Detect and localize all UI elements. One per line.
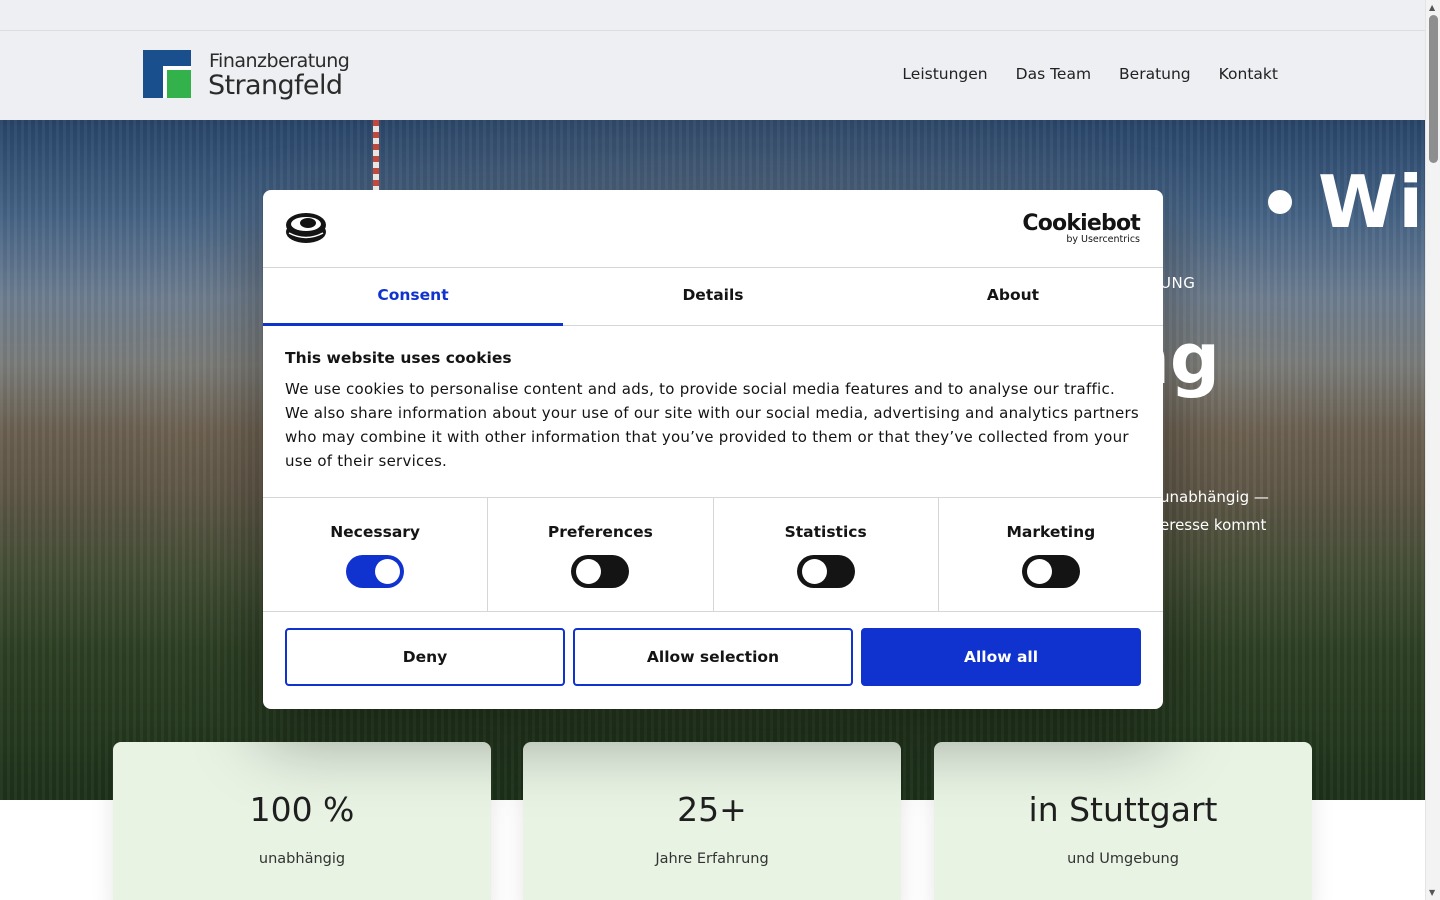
dialog-description: We use cookies to personalise content an… xyxy=(285,380,1139,470)
nav-item-leistungen[interactable]: Leistungen xyxy=(902,65,987,83)
dialog-heading: This website uses cookies xyxy=(285,349,512,367)
logo-mark-icon xyxy=(143,50,191,98)
cookiebot-eye-icon xyxy=(286,213,326,243)
scroll-up-arrow-icon[interactable]: ▲ xyxy=(1429,3,1435,12)
hero-text-line2: eresse kommt xyxy=(1160,516,1267,534)
logo-text-line1: Finanzberatung xyxy=(209,50,350,72)
stat-value: 25+ xyxy=(677,790,747,829)
hero-heading: ng xyxy=(1120,318,1220,400)
nav-item-kontakt[interactable]: Kontakt xyxy=(1219,65,1278,83)
toggle-label: Necessary xyxy=(330,523,421,541)
scrollbar-thumb[interactable] xyxy=(1429,15,1438,163)
nav-item-beratung[interactable]: Beratung xyxy=(1119,65,1191,83)
toggle-label: Marketing xyxy=(1006,523,1096,541)
dialog-tabs: Consent Details About xyxy=(263,268,1163,326)
tv-tower-image xyxy=(373,120,379,190)
dialog-buttons: Deny Allow selection Allow all xyxy=(263,612,1163,686)
stat-value: in Stuttgart xyxy=(1028,790,1218,829)
stat-label: Jahre Erfahrung xyxy=(655,851,769,867)
site-logo[interactable]: Finanzberatung Strangfeld xyxy=(143,50,353,104)
logo-text-line2: Strangfeld xyxy=(208,70,343,101)
stat-card-location: in Stuttgart und Umgebung xyxy=(934,742,1312,900)
hero-subtitle: UNG xyxy=(1160,274,1196,292)
nav-item-das-team[interactable]: Das Team xyxy=(1016,65,1091,83)
browser-top-strip xyxy=(0,0,1425,31)
marquee-dot-icon xyxy=(1268,190,1292,214)
cookie-consent-dialog: Cookiebot by Usercentrics Consent Detail… xyxy=(263,190,1163,709)
site-header: Finanzberatung Strangfeld Leistungen Das… xyxy=(0,31,1425,120)
marketing-toggle[interactable] xyxy=(1021,555,1080,588)
statistics-toggle[interactable] xyxy=(796,555,855,588)
toggle-group-preferences: Preferences xyxy=(488,498,714,611)
cookiebot-logo[interactable]: Cookiebot by Usercentrics xyxy=(1022,211,1140,246)
dialog-body: This website uses cookies We use cookies… xyxy=(263,326,1163,498)
consent-toggles: Necessary Preferences Statistics Marketi… xyxy=(263,498,1163,612)
page-scrollbar[interactable]: ▲ ▼ xyxy=(1425,0,1440,900)
stat-label: und Umgebung xyxy=(1067,851,1179,867)
tab-details[interactable]: Details xyxy=(563,268,863,325)
main-nav: Leistungen Das Team Beratung Kontakt xyxy=(902,65,1278,83)
scroll-down-arrow-icon[interactable]: ▼ xyxy=(1429,888,1435,897)
allow-selection-button[interactable]: Allow selection xyxy=(573,628,853,686)
preferences-toggle[interactable] xyxy=(571,555,630,588)
cookiebot-brand-name: Cookiebot xyxy=(1022,211,1140,236)
toggle-group-statistics: Statistics xyxy=(714,498,939,611)
toggle-group-marketing: Marketing xyxy=(939,498,1163,611)
necessary-toggle[interactable] xyxy=(346,555,405,588)
stat-label: unabhängig xyxy=(258,851,346,867)
tab-consent[interactable]: Consent xyxy=(263,268,563,326)
stat-value: 100 % xyxy=(249,790,355,829)
stat-card-experience: 25+ Jahre Erfahrung xyxy=(523,742,901,900)
hero-marquee: Wir xyxy=(1268,160,1425,244)
dialog-header: Cookiebot by Usercentrics xyxy=(263,190,1163,268)
allow-all-button[interactable]: Allow all xyxy=(861,628,1141,686)
toggle-label: Preferences xyxy=(547,523,653,541)
tab-about[interactable]: About xyxy=(863,268,1163,325)
stat-card-independent: 100 % unabhängig xyxy=(113,742,491,900)
toggle-label: Statistics xyxy=(784,523,867,541)
deny-button[interactable]: Deny xyxy=(285,628,565,686)
toggle-group-necessary: Necessary xyxy=(263,498,489,611)
hero-text-line1: unabhängig — xyxy=(1160,488,1269,506)
marquee-text: Wir xyxy=(1318,160,1425,244)
